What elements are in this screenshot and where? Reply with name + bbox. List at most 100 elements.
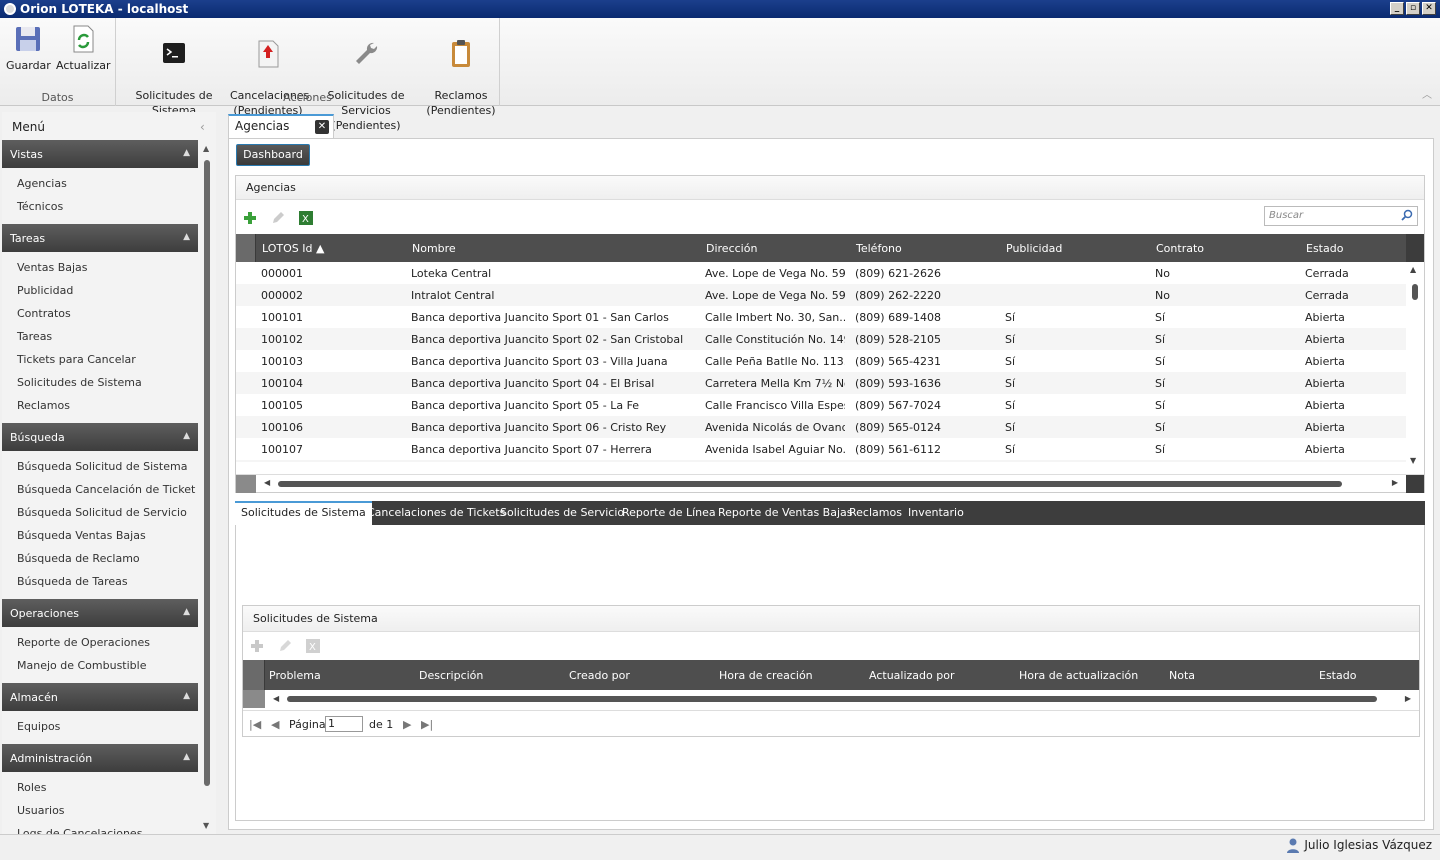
col-actualizado-por[interactable]: Actualizado por [869, 669, 954, 682]
table-row[interactable]: 100101 Banca deportiva Juancito Sport 01 … [236, 306, 1406, 328]
col-nota[interactable]: Nota [1169, 669, 1195, 682]
close-tab-icon[interactable]: ✕ [315, 120, 329, 134]
maximize-button[interactable]: ▫ [1406, 2, 1420, 15]
col-problema[interactable]: Problema [269, 669, 321, 682]
menu-section-header[interactable]: Operaciones ▲ [2, 599, 198, 627]
grid-horizontal-scrollbar[interactable]: ◀ ▶ [236, 474, 1424, 493]
col-descripcion[interactable]: Descripción [419, 669, 483, 682]
grid-vertical-scrollbar[interactable]: ▲ ▼ [1406, 262, 1424, 468]
add-icon[interactable] [242, 210, 258, 226]
collapse-menu-icon[interactable]: ‹ [200, 120, 205, 134]
sidebar-item[interactable]: Usuarios [2, 799, 198, 822]
col-contrato[interactable]: Contrato [1156, 242, 1204, 255]
sidebar-item[interactable]: Búsqueda Ventas Bajas [2, 524, 198, 547]
sidebar-item[interactable]: Ventas Bajas [2, 256, 198, 279]
col-direccion[interactable]: Dirección [706, 242, 757, 255]
sidebar-item[interactable]: Contratos [2, 302, 198, 325]
table-row[interactable]: 100102 Banca deportiva Juancito Sport 02 … [236, 328, 1406, 350]
scroll-left-icon[interactable]: ◀ [273, 694, 279, 703]
ribbon-collapse-icon[interactable]: ︿ [1422, 86, 1432, 101]
sidebar-item[interactable]: Búsqueda de Reclamo [2, 547, 198, 570]
menu-section-header[interactable]: Búsqueda ▲ [2, 423, 198, 451]
sidebar-item[interactable]: Técnicos [2, 195, 198, 218]
sidebar-item[interactable]: Búsqueda Solicitud de Sistema [2, 455, 198, 478]
tab-solicitudes-de-sistema[interactable]: Solicitudes de Sistema [235, 501, 372, 525]
chevron-up-icon[interactable]: ▲ [183, 752, 190, 762]
tab-solicitudes-de-servicio[interactable]: Solicitudes de Servicio [494, 501, 630, 525]
menu-scrollbar[interactable]: ▲ ▼ [201, 140, 213, 834]
sidebar-item[interactable]: Búsqueda Cancelación de Ticket [2, 478, 198, 501]
table-row[interactable]: 100105 Banca deportiva Juancito Sport 05 … [236, 394, 1406, 416]
chevron-up-icon[interactable]: ▲ [183, 148, 190, 158]
sidebar-item[interactable]: Roles [2, 776, 198, 799]
excel-export-icon[interactable]: X [298, 210, 314, 226]
col-hora-actualizacion[interactable]: Hora de actualización [1019, 669, 1138, 682]
minimize-button[interactable]: _ [1390, 2, 1404, 15]
chevron-up-icon[interactable]: ▲ [183, 691, 190, 701]
first-page-icon[interactable]: |◀ [249, 718, 261, 731]
col-publicidad[interactable]: Publicidad [1006, 242, 1062, 255]
table-row[interactable]: 100107 Banca deportiva Juancito Sport 07 … [236, 438, 1406, 460]
scroll-down-icon[interactable]: ▼ [1410, 456, 1416, 465]
dashboard-button[interactable]: Dashboard [236, 144, 310, 166]
scrollbar-thumb[interactable] [287, 696, 1377, 702]
sidebar-item[interactable]: Equipos [2, 715, 198, 738]
col-creado-por[interactable]: Creado por [569, 669, 630, 682]
search-input[interactable]: Buscar [1264, 206, 1418, 226]
col-telefono[interactable]: Teléfono [856, 242, 902, 255]
table-row[interactable]: 100109Banca deportiva Juancito Sport 09 … [236, 460, 1406, 462]
scroll-right-icon[interactable]: ▶ [1405, 694, 1411, 703]
menu-section-header[interactable]: Almacén ▲ [2, 683, 198, 711]
scroll-up-icon[interactable]: ▲ [203, 144, 209, 153]
menu-section-header[interactable]: Administración ▲ [2, 744, 198, 772]
edit-icon[interactable] [270, 210, 286, 226]
prev-page-icon[interactable]: ◀ [271, 718, 279, 731]
excel-export-icon[interactable]: X [305, 638, 321, 654]
solicitudes-horizontal-scrollbar[interactable]: ◀ ▶ [243, 690, 1419, 708]
sidebar-item[interactable]: Búsqueda Solicitud de Servicio [2, 501, 198, 524]
menu-section-header[interactable]: Tareas ▲ [2, 224, 198, 252]
sidebar-item[interactable]: Tareas [2, 325, 198, 348]
next-page-icon[interactable]: ▶ [403, 718, 411, 731]
col-estado[interactable]: Estado [1306, 242, 1343, 255]
tab-reporte-de-ventas-bajas[interactable]: Reporte de Ventas Bajas [712, 501, 858, 525]
chevron-up-icon[interactable]: ▲ [183, 232, 190, 242]
scroll-left-icon[interactable]: ◀ [264, 478, 270, 487]
scrollbar-thumb[interactable] [204, 160, 210, 786]
col-nombre[interactable]: Nombre [412, 242, 456, 255]
sidebar-item[interactable]: Agencias [2, 172, 198, 195]
col-lotos-id[interactable]: LOTOS Id ▲ [262, 242, 324, 255]
table-row[interactable]: 000001 Loteka Central Ave. Lope de Vega No… [236, 262, 1406, 284]
add-icon[interactable] [249, 638, 265, 654]
chevron-up-icon[interactable]: ▲ [183, 607, 190, 617]
sidebar-item[interactable]: Búsqueda de Tareas [2, 570, 198, 593]
search-icon[interactable] [1401, 209, 1413, 221]
col-hora-creacion[interactable]: Hora de creación [719, 669, 813, 682]
scroll-up-icon[interactable]: ▲ [1410, 265, 1416, 274]
scrollbar-thumb[interactable] [1412, 284, 1418, 300]
close-window-button[interactable]: ✕ [1422, 2, 1436, 15]
sidebar-item[interactable]: Reclamos [2, 394, 198, 417]
save-button[interactable]: Guardar [6, 24, 51, 73]
page-number-input[interactable]: 1 [325, 716, 363, 732]
table-row[interactable]: 100106 Banca deportiva Juancito Sport 06 … [236, 416, 1406, 438]
refresh-button[interactable]: Actualizar [56, 24, 111, 73]
table-row[interactable]: 100103 Banca deportiva Juancito Sport 03 … [236, 350, 1406, 372]
last-page-icon[interactable]: ▶| [421, 718, 433, 731]
tab-inventario[interactable]: Inventario [902, 501, 970, 525]
scroll-right-icon[interactable]: ▶ [1392, 478, 1398, 487]
col-estado[interactable]: Estado [1319, 669, 1356, 682]
table-row[interactable]: 100104 Banca deportiva Juancito Sport 04 … [236, 372, 1406, 394]
tab-cancelaciones-de-tickets[interactable]: Cancelaciones de Tickets [361, 501, 511, 525]
sidebar-item[interactable]: Reporte de Operaciones [2, 631, 198, 654]
tab-reclamos[interactable]: Reclamos [843, 501, 908, 525]
sidebar-item[interactable]: Logs de Cancelaciones [2, 822, 198, 834]
edit-icon[interactable] [277, 638, 293, 654]
scroll-down-icon[interactable]: ▼ [203, 821, 209, 830]
tab-reporte-de-línea[interactable]: Reporte de Línea [616, 501, 722, 525]
menu-section-header[interactable]: Vistas ▲ [2, 140, 198, 168]
chevron-up-icon[interactable]: ▲ [183, 431, 190, 441]
scrollbar-thumb[interactable] [278, 481, 1342, 487]
sidebar-item[interactable]: Publicidad [2, 279, 198, 302]
table-row[interactable]: 000002 Intralot Central Ave. Lope de Vega … [236, 284, 1406, 306]
